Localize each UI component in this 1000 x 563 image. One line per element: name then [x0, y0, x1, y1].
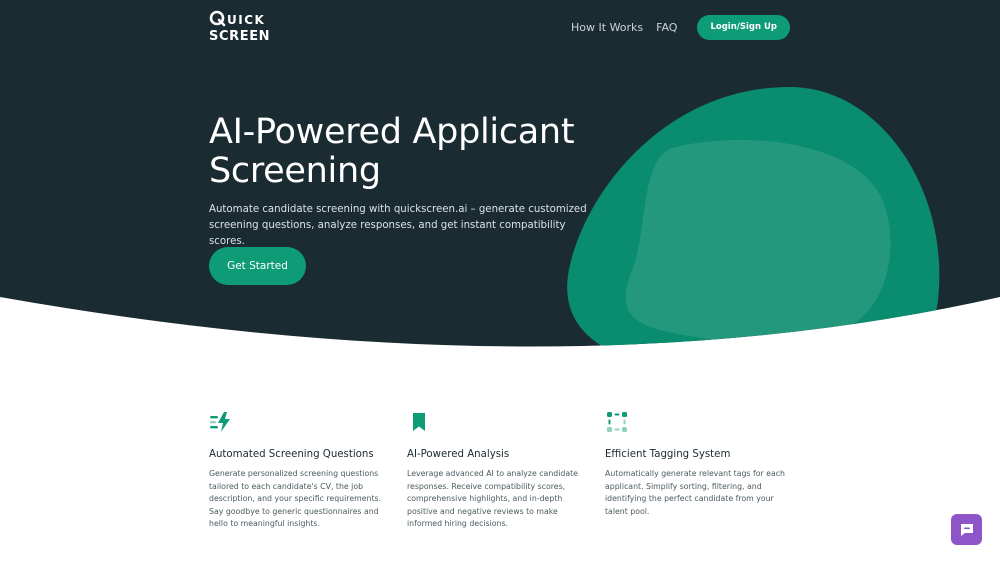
lightning-lines-icon [210, 412, 230, 432]
top-nav: How It Works FAQ Login/Sign Up [571, 14, 790, 40]
logo-text-top: UICK [227, 13, 266, 27]
hero-blob-highlight [625, 139, 891, 343]
landing-page: UICK SCREEN How It Works FAQ Login/Sign … [0, 0, 1000, 563]
hero-subtitle: Automate candidate screening with quicks… [209, 204, 587, 247]
feature-automated-screening: Automated Screening Questions Generate p… [209, 410, 394, 531]
dotted-frame-icon [607, 412, 627, 432]
chat-bubble-icon [960, 523, 973, 536]
nav-faq-link[interactable]: FAQ [656, 21, 677, 34]
logo-text-bottom: SCREEN [209, 29, 271, 44]
chat-widget-button[interactable] [951, 514, 982, 545]
feature-description: Generate personalized screening question… [209, 469, 382, 529]
feature-title: Efficient Tagging System [605, 449, 731, 460]
get-started-button[interactable]: Get Started [209, 247, 306, 285]
login-signup-button[interactable]: Login/Sign Up [697, 14, 790, 40]
feature-description: Leverage advanced AI to analyze candidat… [407, 469, 578, 529]
feature-title: Automated Screening Questions [209, 449, 374, 460]
hero-title-line-2: Screening [209, 151, 381, 191]
feature-ai-analysis: AI-Powered Analysis Leverage advanced AI… [407, 410, 592, 531]
logo-q-icon [209, 10, 226, 27]
feature-tagging-system: Efficient Tagging System Automatically g… [605, 410, 790, 518]
hero-title: AI-Powered Applicant Screening [209, 112, 575, 191]
feature-title: AI-Powered Analysis [407, 449, 510, 460]
nav-how-it-works-link[interactable]: How It Works [571, 21, 643, 34]
bookmark-icon [413, 413, 425, 431]
hero-title-line-1: AI-Powered Applicant [209, 112, 575, 152]
brand-logo[interactable]: UICK SCREEN [209, 10, 279, 46]
hero-section: UICK SCREEN How It Works FAQ Login/Sign … [0, 0, 1000, 350]
feature-description: Automatically generate relevant tags for… [605, 469, 785, 516]
